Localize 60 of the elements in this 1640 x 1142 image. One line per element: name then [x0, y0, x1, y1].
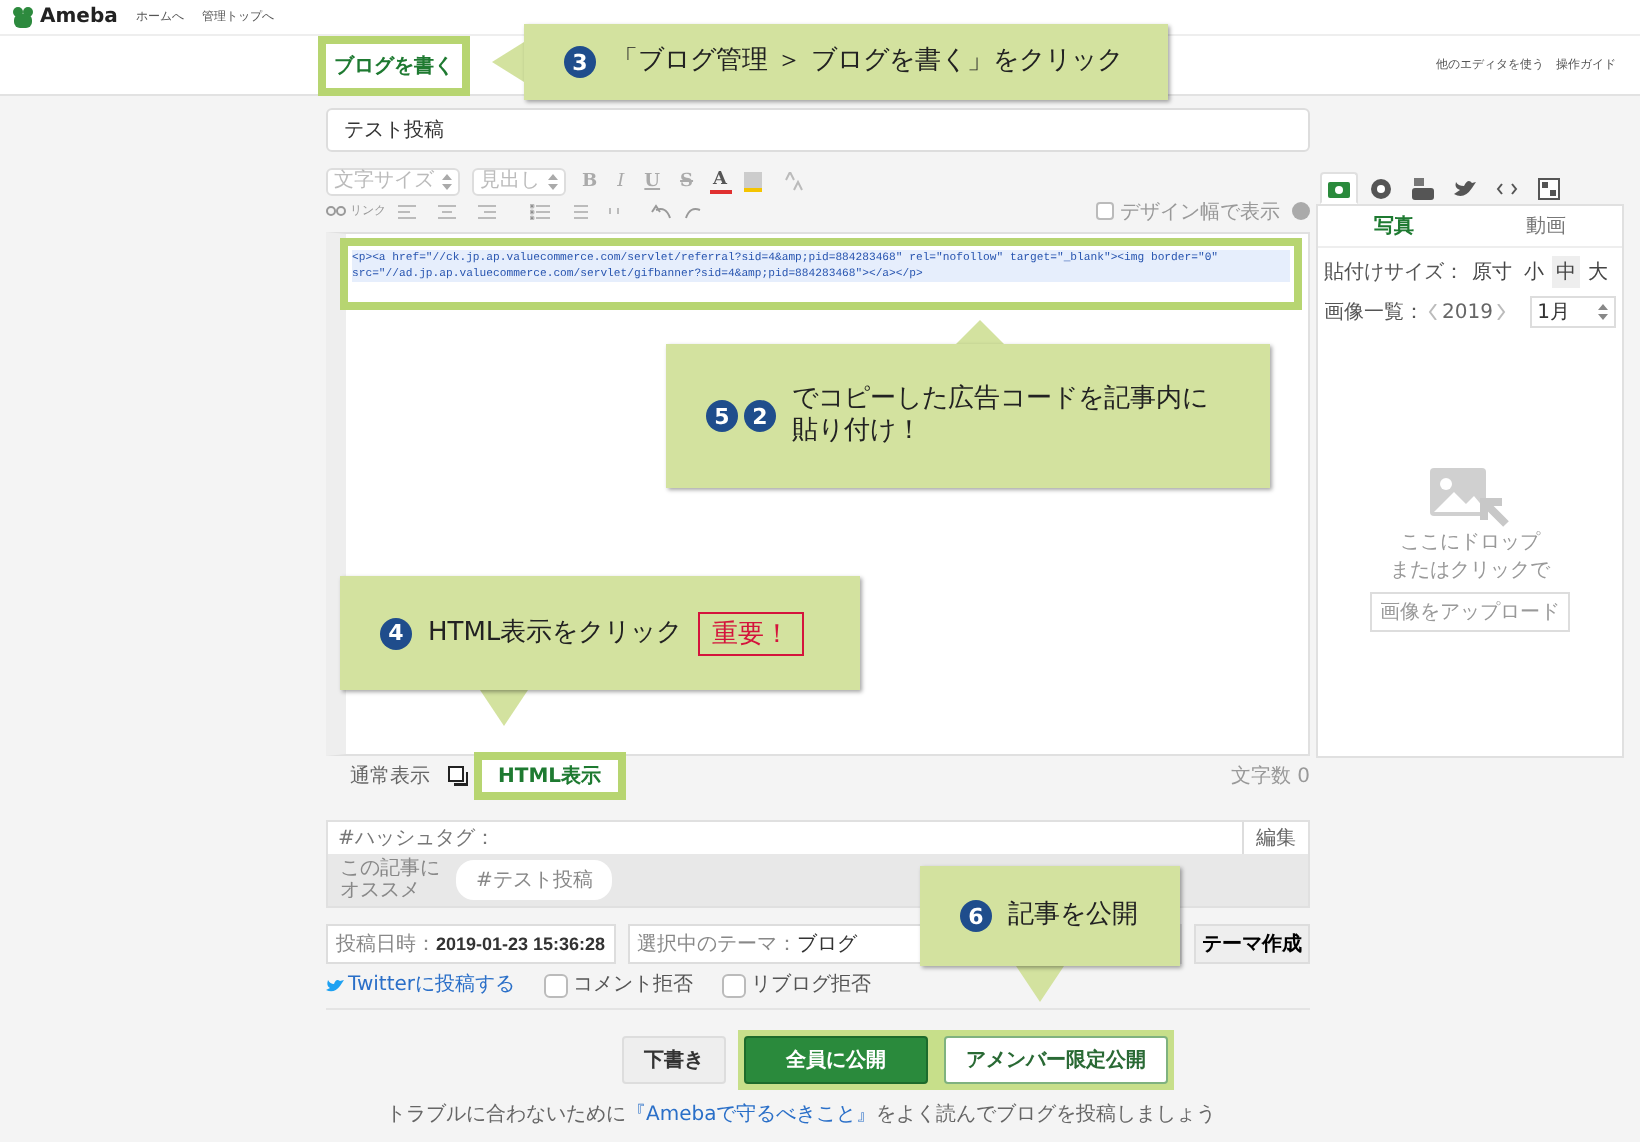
bird-icon — [1454, 178, 1476, 200]
year-text: 2019 — [1442, 301, 1493, 323]
guideline-link[interactable]: 『Amebaで守るべきこと』 — [626, 1104, 877, 1126]
step-badge: 2 — [744, 400, 776, 432]
view-mode-tab[interactable]: 通常表示 — [342, 756, 438, 796]
format-button[interactable]: A — [709, 169, 732, 193]
camera-tab[interactable] — [1320, 172, 1358, 204]
step-badge: 4 — [380, 617, 412, 649]
prev-year-icon[interactable] — [1428, 304, 1438, 320]
hashtag-chip[interactable]: #テスト投稿 — [456, 860, 613, 900]
spinner-icon — [1598, 304, 1608, 320]
link-icon — [326, 206, 346, 216]
step-badge: 5 — [706, 400, 738, 432]
size-option[interactable]: 小 — [1520, 256, 1548, 288]
spinner-icon — [548, 173, 558, 189]
image-list-label: 画像一覧： — [1324, 300, 1424, 326]
callout-text: 「ブログ管理 ＞ ブログを書く」をクリック — [612, 46, 1123, 78]
next-year-icon[interactable] — [1496, 304, 1507, 320]
media-subtab[interactable]: 動画 — [1470, 206, 1622, 246]
recommend-label: この記事にオススメ — [340, 858, 442, 902]
frog-logo-icon — [12, 5, 34, 29]
important-tag: 重要！ — [698, 611, 805, 655]
step-badge: 3 — [564, 46, 596, 78]
size-option[interactable]: 大 — [1584, 256, 1612, 288]
hashtag-field[interactable]: #ハッシュタグ： — [328, 822, 1242, 854]
char-count: 文字数 0 — [1230, 763, 1310, 790]
publish-button[interactable]: アメンバー限定公開 — [944, 1036, 1168, 1084]
toggle-icon — [448, 766, 468, 786]
bird-icon — [326, 978, 344, 994]
image-upload-icon — [1430, 468, 1510, 528]
qr-code-icon — [1538, 178, 1560, 200]
spinner-icon — [442, 173, 452, 189]
editor-tab[interactable]: ブログを書く — [322, 39, 466, 91]
size-option[interactable]: 原寸 — [1468, 256, 1516, 288]
post-date-field[interactable]: 投稿日時：2019-01-23 15:36:28 — [326, 924, 616, 964]
media-subtab[interactable]: 写真 — [1318, 206, 1470, 246]
draft-button[interactable]: 下書き — [622, 1036, 726, 1084]
drop-hint: ここにドロップ — [1400, 532, 1540, 556]
video-icon — [1412, 178, 1434, 200]
publish-button[interactable]: 全員に公開 — [744, 1036, 928, 1084]
create-theme-button[interactable]: テーマ作成 — [1194, 924, 1310, 964]
undo-redo-icons-drawing[interactable] — [650, 203, 706, 219]
option-checkbox[interactable]: コメント拒否 — [543, 974, 694, 998]
view-mode-tab[interactable]: HTML表示 — [478, 756, 622, 796]
callout-text: HTML表示をクリック — [428, 617, 683, 649]
size-option[interactable]: 中 — [1552, 256, 1580, 288]
font-size-icon[interactable] — [783, 171, 804, 191]
month-select[interactable]: 1月 — [1529, 296, 1616, 328]
callout-text: でコピーした広告コードを記事内に貼り付け！ — [792, 384, 1210, 448]
option-checkbox[interactable]: リブログ拒否 — [721, 974, 872, 998]
twitter-link[interactable]: Twitterに投稿する — [326, 974, 516, 998]
guideline-text: トラブルに合わないために『Amebaで守るべきこと』をよく読んでブログを投稿しましょう — [386, 1101, 1219, 1128]
logo-text[interactable]: Ameba — [40, 6, 118, 28]
camera-icon — [1328, 178, 1350, 200]
code-icon — [1496, 178, 1518, 200]
drop-hint: またはクリックで — [1390, 560, 1550, 584]
paste-size-label: 貼付けサイズ： — [1324, 259, 1464, 286]
title-field[interactable]: テスト投稿 — [326, 108, 1310, 152]
step-badge: 6 — [960, 900, 992, 932]
edit-button[interactable]: 編集 — [1242, 822, 1308, 854]
